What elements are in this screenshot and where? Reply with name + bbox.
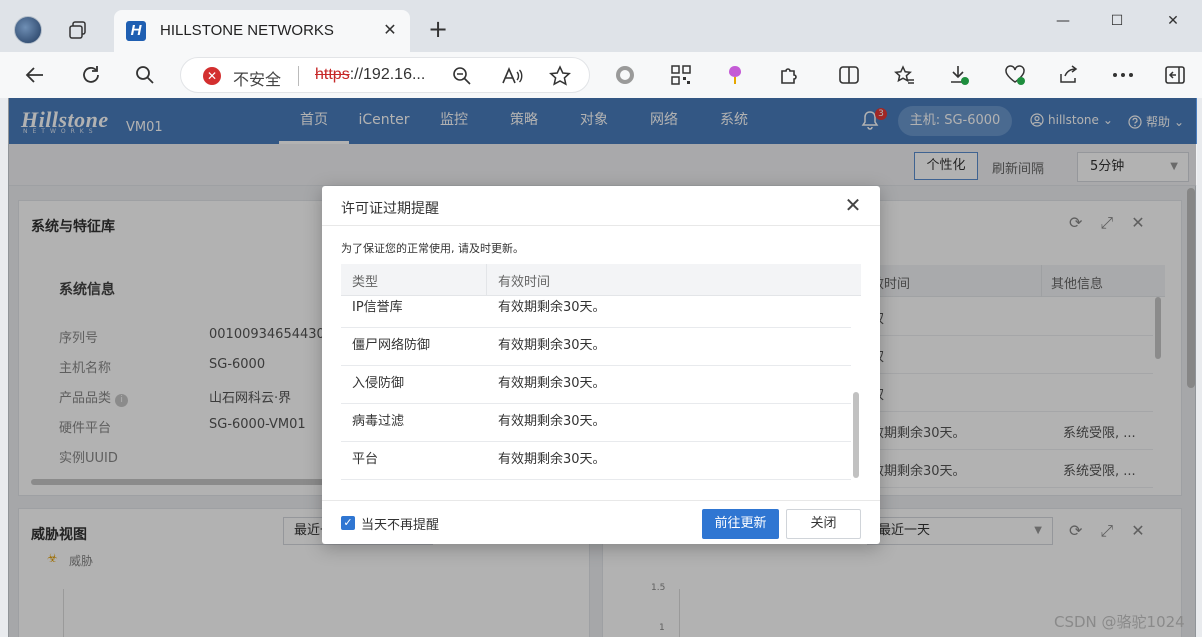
refresh-icon[interactable]	[78, 62, 104, 88]
table-row: 僵尸网络防御 有效期剩余30天。	[341, 328, 851, 366]
address-separator	[298, 66, 299, 86]
extensions-puzzle-icon[interactable]	[776, 62, 802, 88]
browser-tab-active[interactable]: H HILLSTONE NETWORKS ✕	[114, 10, 410, 52]
dialog-title: 许可证过期提醒	[341, 201, 439, 217]
back-icon[interactable]	[22, 62, 48, 88]
close-button[interactable]: 关闭	[786, 509, 861, 539]
dialog-note: 为了保证您的正常使用, 请及时更新。	[341, 242, 524, 255]
license-validity: 有效期剩余30天。	[498, 376, 606, 391]
split-screen-icon[interactable]	[836, 62, 862, 88]
tab-actions-icon[interactable]	[66, 18, 90, 42]
url-scheme: https	[315, 66, 350, 83]
tab-close-icon[interactable]: ✕	[380, 20, 400, 40]
license-type: IP信誉库	[352, 300, 403, 315]
address-bar[interactable]: ✕ 不安全 https://192.16...	[180, 57, 590, 93]
go-update-button[interactable]: 前往更新	[702, 509, 779, 539]
table-row: 入侵防御 有效期剩余30天。	[341, 366, 851, 404]
window-maximize-button[interactable]: ☐	[1094, 8, 1140, 34]
license-expiry-dialog: 许可证过期提醒 ✕ 为了保证您的正常使用, 请及时更新。 类型 有效时间 IP信…	[322, 186, 880, 544]
dialog-close-icon[interactable]: ✕	[842, 194, 864, 216]
dont-remind-label[interactable]: 当天不再提醒	[361, 514, 439, 533]
new-tab-button[interactable]: +	[426, 17, 450, 42]
sidebar-toggle-icon[interactable]	[1162, 62, 1188, 88]
favorites-icon[interactable]	[892, 62, 918, 88]
insecure-warning-icon[interactable]: ✕	[203, 67, 221, 85]
qr-code-icon[interactable]	[668, 62, 694, 88]
read-aloud-icon[interactable]	[499, 63, 525, 89]
profile-avatar[interactable]	[14, 16, 42, 44]
extension-circle-icon[interactable]	[612, 62, 638, 88]
browser-toolbar: ✕ 不安全 https://192.16...	[0, 52, 1202, 98]
more-options-icon[interactable]	[1110, 62, 1136, 88]
downloads-icon[interactable]	[946, 62, 972, 88]
license-type: 僵尸网络防御	[352, 338, 431, 353]
license-validity: 有效期剩余30天。	[498, 414, 606, 429]
browser-tab-strip: H HILLSTONE NETWORKS ✕ + — ☐ ✕	[0, 0, 1202, 52]
browser-essentials-icon[interactable]	[1002, 62, 1028, 88]
window-minimize-button[interactable]: —	[1040, 8, 1086, 34]
column-header-validity: 有效时间	[498, 275, 551, 290]
hillstone-favicon-icon: H	[126, 21, 146, 41]
favorite-star-icon[interactable]	[547, 63, 573, 89]
table-row: 平台 有效期剩余30天。	[341, 442, 851, 480]
window-close-button[interactable]: ✕	[1150, 8, 1196, 34]
url-host: ://192.16...	[349, 66, 426, 83]
share-icon[interactable]	[1056, 62, 1082, 88]
extension-brush-icon[interactable]	[722, 62, 748, 88]
license-type: 平台	[352, 452, 379, 467]
license-validity: 有效期剩余30天。	[498, 338, 606, 353]
url-text[interactable]: https://192.16...	[315, 66, 425, 84]
zoom-out-icon[interactable]	[449, 63, 475, 89]
insecure-label[interactable]: 不安全	[233, 66, 281, 90]
license-table-scrollbar[interactable]	[851, 296, 861, 480]
license-validity: 有效期剩余30天。	[498, 300, 606, 315]
table-row: 病毒过滤 有效期剩余30天。	[341, 404, 851, 442]
license-type: 入侵防御	[352, 376, 405, 391]
table-row: IP信誉库 有效期剩余30天。	[341, 290, 851, 328]
license-validity: 有效期剩余30天。	[498, 452, 606, 467]
tab-title: HILLSTONE NETWORKS	[160, 22, 334, 39]
column-header-type: 类型	[352, 275, 379, 290]
scrollbar-thumb[interactable]	[853, 392, 859, 478]
watermark-text: CSDN @骆驼1024	[1054, 613, 1185, 631]
license-type: 病毒过滤	[352, 414, 405, 429]
dont-remind-checkbox[interactable]: ✓	[341, 516, 355, 530]
dialog-header-divider	[322, 225, 880, 226]
search-icon[interactable]	[132, 62, 158, 88]
license-table: 类型 有效时间 IP信誉库 有效期剩余30天。 僵尸网络防御 有效期剩余30天。…	[341, 264, 861, 480]
dialog-footer-divider	[322, 500, 880, 501]
